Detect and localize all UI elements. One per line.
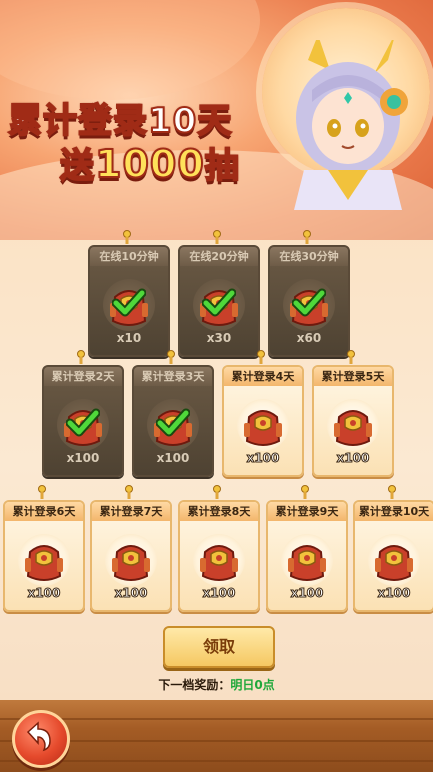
claim-button[interactable]: 领取 bbox=[163, 626, 275, 668]
card-hanger bbox=[36, 484, 48, 499]
card-hanger bbox=[255, 349, 267, 364]
banner-swirl bbox=[0, 0, 260, 100]
reward-card-qty: x60 bbox=[296, 331, 322, 345]
reward-card-qty: x100 bbox=[114, 586, 148, 601]
card-hanger bbox=[165, 349, 177, 364]
reward-card-label: 累计登录3天 bbox=[134, 367, 212, 386]
reward-card[interactable]: 在线10分钟 x10 bbox=[88, 245, 170, 357]
reward-card-qty: x100 bbox=[66, 451, 100, 465]
reward-card-qty: x100 bbox=[290, 586, 324, 601]
reward-card[interactable]: 累计登录7天 x100 bbox=[90, 500, 172, 612]
event-banner: 累计登录10天 送1000抽 bbox=[0, 0, 433, 240]
card-hanger bbox=[301, 229, 313, 244]
reward-pack-icon bbox=[285, 538, 329, 584]
reward-card-qty: x100 bbox=[336, 451, 370, 466]
check-icon bbox=[291, 285, 327, 319]
reward-card-qty: x100 bbox=[27, 586, 61, 601]
next-reward-label: 下一档奖励： bbox=[158, 678, 231, 692]
reward-card-label: 累计登录5天 bbox=[314, 367, 392, 386]
reward-card-label: 在线10分钟 bbox=[90, 247, 168, 266]
card-hanger bbox=[211, 484, 223, 499]
reward-card-qty: x100 bbox=[246, 451, 280, 466]
card-hanger bbox=[121, 229, 133, 244]
reward-card-label: 累计登录10天 bbox=[355, 502, 433, 521]
reward-card-qty: x100 bbox=[156, 451, 190, 465]
card-hanger bbox=[345, 349, 357, 364]
subtitle-suffix: 抽 bbox=[204, 145, 240, 187]
check-icon bbox=[111, 285, 147, 319]
reward-card[interactable]: 累计登录10天 x100 bbox=[353, 500, 433, 612]
subtitle-amount: 1000 bbox=[94, 141, 205, 187]
reward-card-label: 累计登录2天 bbox=[44, 367, 122, 386]
reward-card[interactable]: 累计登录5天 x100 bbox=[312, 365, 394, 477]
back-arrow-icon bbox=[26, 721, 51, 752]
event-subtitle: 送1000抽 bbox=[59, 138, 240, 187]
reward-pack-icon bbox=[241, 403, 285, 449]
card-hanger bbox=[386, 484, 398, 499]
next-reward-time: 明日0点 bbox=[230, 678, 275, 692]
character-portrait bbox=[294, 40, 408, 210]
reward-card-label: 累计登录9天 bbox=[268, 502, 346, 521]
reward-card-label: 累计登录8天 bbox=[180, 502, 258, 521]
reward-pack-icon bbox=[331, 403, 375, 449]
card-hanger bbox=[211, 229, 223, 244]
check-icon bbox=[201, 285, 237, 319]
reward-card[interactable]: 累计登录9天 x100 bbox=[266, 500, 348, 612]
reward-card[interactable]: 累计登录2天 x100 bbox=[42, 365, 124, 477]
reward-card-qty: x100 bbox=[202, 586, 236, 601]
reward-card-qty: x10 bbox=[116, 331, 142, 345]
reward-card[interactable]: 累计登录3天 x100 bbox=[132, 365, 214, 477]
reward-pack-icon bbox=[109, 538, 153, 584]
reward-pack-icon bbox=[197, 538, 241, 584]
event-title: 累计登录10天 bbox=[7, 100, 233, 142]
reward-card-label: 累计登录4天 bbox=[224, 367, 302, 386]
reward-card-qty: x100 bbox=[377, 586, 411, 601]
card-hanger bbox=[123, 484, 135, 499]
reward-card[interactable]: 在线30分钟 x60 bbox=[268, 245, 350, 357]
check-icon bbox=[155, 405, 191, 439]
back-button[interactable] bbox=[12, 710, 70, 768]
next-reward-info: 下一档奖励：明日0点 bbox=[0, 676, 433, 693]
reward-card-label: 累计登录7天 bbox=[92, 502, 170, 521]
reward-card-label: 累计登录6天 bbox=[5, 502, 83, 521]
reward-card-qty: x30 bbox=[206, 331, 232, 345]
check-icon bbox=[65, 405, 101, 439]
reward-pack-icon bbox=[372, 538, 416, 584]
card-hanger bbox=[75, 349, 87, 364]
reward-card-label: 在线30分钟 bbox=[270, 247, 348, 266]
reward-card[interactable]: 累计登录8天 x100 bbox=[178, 500, 260, 612]
card-hanger bbox=[299, 484, 311, 499]
reward-card[interactable]: 在线20分钟 x30 bbox=[178, 245, 260, 357]
reward-card-label: 在线20分钟 bbox=[180, 247, 258, 266]
reward-card[interactable]: 累计登录6天 x100 bbox=[3, 500, 85, 612]
reward-pack-icon bbox=[22, 538, 66, 584]
subtitle-prefix: 送 bbox=[59, 145, 95, 187]
reward-card[interactable]: 累计登录4天 x100 bbox=[222, 365, 304, 477]
